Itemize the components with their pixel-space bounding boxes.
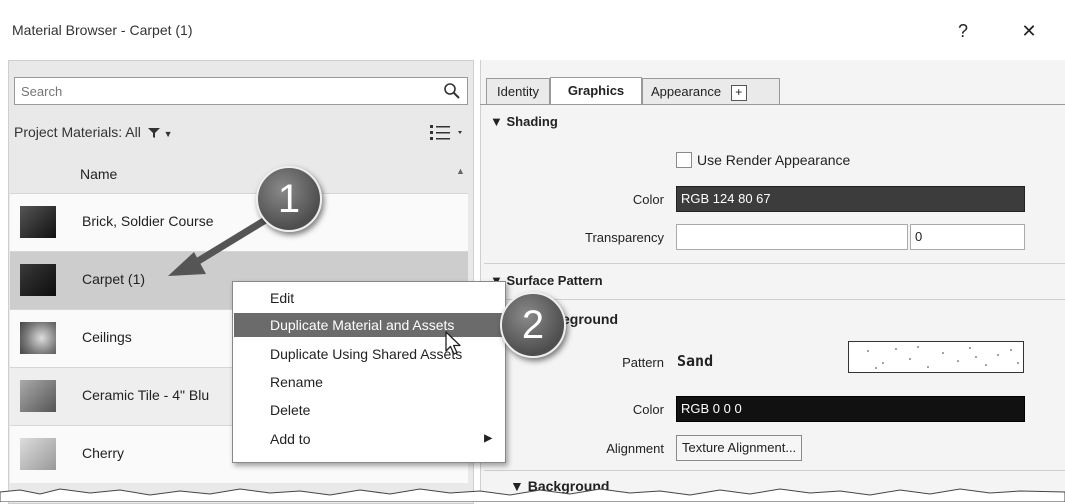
section-divider	[484, 470, 1065, 471]
texture-alignment-button[interactable]: Texture Alignment...	[676, 435, 803, 461]
transparency-slider[interactable]	[676, 224, 908, 250]
material-thumbnail	[20, 438, 56, 470]
add-tab-button[interactable]: +	[730, 85, 747, 101]
search-box[interactable]	[14, 77, 468, 105]
material-name: Ceramic Tile - 4" Blu	[82, 387, 210, 403]
callout-badge-1: 1	[256, 166, 322, 232]
material-thumbnail	[20, 264, 56, 296]
use-render-appearance-label: Use Render Appearance	[697, 152, 851, 168]
window-title: Material Browser - Carpet (1)	[12, 22, 193, 38]
material-thumbnail	[20, 380, 56, 412]
sand-pattern-preview[interactable]	[848, 341, 1024, 373]
scroll-up-icon[interactable]: ▲	[456, 166, 465, 176]
view-options-icon[interactable]	[428, 121, 468, 143]
section-divider	[484, 263, 1065, 264]
material-name: Cherry	[82, 445, 125, 461]
submenu-arrow-icon: ▶	[484, 433, 492, 444]
shading-color-swatch[interactable]: RGB 124 80 67	[676, 186, 1025, 212]
foreground-header[interactable]: eground	[562, 311, 618, 327]
alignment-label: Alignment	[606, 441, 664, 456]
section-divider	[484, 299, 1065, 300]
surface-pattern-header[interactable]: ▼ Surface Pattern	[490, 273, 603, 288]
help-button[interactable]: ?	[946, 14, 980, 48]
torn-edge	[0, 488, 1065, 502]
search-icon[interactable]	[443, 82, 461, 100]
menu-item-duplicate-using-shared-assets[interactable]: Duplicate Using Shared Assets	[234, 342, 504, 366]
project-materials-filter[interactable]: Project Materials: All ▼	[14, 124, 173, 140]
column-header-name[interactable]: Name	[80, 166, 117, 182]
tab-appearance[interactable]: Appearance +	[642, 78, 780, 104]
pattern-value: Sand	[677, 352, 714, 370]
menu-item-rename[interactable]: Rename	[234, 370, 504, 394]
tab-identity[interactable]: Identity	[486, 78, 550, 105]
funnel-icon	[147, 128, 160, 139]
mouse-cursor-icon	[445, 331, 461, 355]
tab-divider	[480, 104, 1065, 105]
filter-label: Project Materials: All	[14, 124, 141, 140]
transparency-label: Transparency	[585, 230, 664, 245]
material-thumbnail	[20, 322, 56, 354]
foreground-color-swatch[interactable]: RGB 0 0 0	[676, 396, 1025, 422]
menu-item-duplicate-material-and-assets[interactable]: Duplicate Material and Assets	[234, 313, 504, 337]
pattern-label: Pattern	[622, 355, 664, 370]
material-thumbnail	[20, 206, 56, 238]
tab-graphics[interactable]: Graphics	[550, 77, 642, 105]
transparency-value[interactable]: 0	[910, 224, 1025, 250]
shading-header[interactable]: ▼ Shading	[490, 114, 558, 129]
chevron-down-icon: ▼	[163, 129, 173, 139]
material-name: Ceilings	[82, 329, 132, 345]
use-render-appearance-checkbox[interactable]	[676, 152, 692, 168]
menu-item-add-to[interactable]: Add to ▶	[234, 427, 504, 451]
menu-item-delete[interactable]: Delete	[234, 398, 504, 422]
foreground-color-label: Color	[632, 402, 664, 417]
callout-badge-2: 2	[500, 292, 566, 358]
close-button[interactable]: ✕	[1012, 14, 1046, 48]
search-input[interactable]	[15, 78, 447, 104]
material-name: Carpet (1)	[82, 271, 146, 287]
tab-appearance-label: Appearance	[651, 84, 722, 99]
context-menu: Edit Duplicate Material and Assets Dupli…	[232, 281, 506, 463]
shading-color-label: Color	[632, 192, 664, 207]
